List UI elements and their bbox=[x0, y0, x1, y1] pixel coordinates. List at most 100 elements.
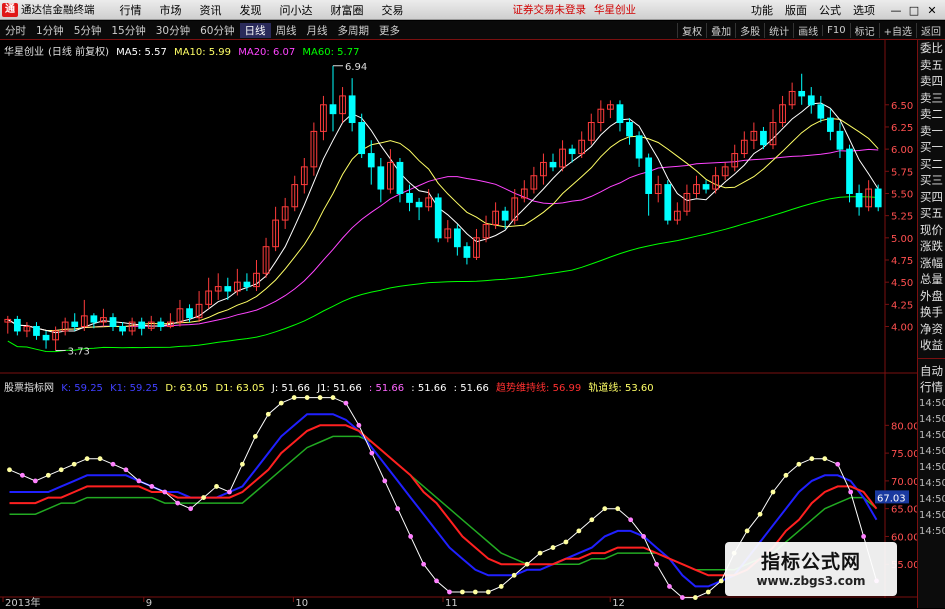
price-tick-label: 5.25 bbox=[891, 212, 913, 223]
menu-item-function[interactable]: 功能 bbox=[745, 2, 779, 18]
period-15min[interactable]: 15分钟 bbox=[106, 23, 150, 38]
app-title: 通达信金融终端 bbox=[21, 4, 95, 16]
j-dot bbox=[227, 489, 232, 495]
candle-body bbox=[157, 321, 165, 328]
quote-field-label: 换手 bbox=[920, 305, 943, 319]
menu-item-quotes[interactable]: 行情 bbox=[111, 2, 151, 18]
quote-field-label: 卖四 bbox=[920, 74, 943, 88]
maximize-icon[interactable]: □ bbox=[905, 4, 923, 17]
panel-divider bbox=[918, 357, 945, 359]
menu-item-assistant[interactable]: 问小达 bbox=[271, 2, 322, 18]
menu-bar: 通 通达信金融终端 行情 市场 资讯 发现 问小达 财富圈 交易 证券交易未登录… bbox=[0, 0, 945, 20]
back-button[interactable]: 返回 bbox=[916, 22, 945, 38]
tick-time: 14:50 bbox=[919, 429, 945, 441]
candle-body bbox=[138, 321, 146, 329]
j-dot bbox=[485, 589, 491, 595]
price-tick-label: 5.00 bbox=[891, 234, 913, 245]
add-watchlist-button[interactable]: +自选 bbox=[878, 22, 916, 38]
j-dot bbox=[511, 572, 517, 578]
candle-body bbox=[119, 326, 126, 332]
minimize-icon[interactable]: — bbox=[887, 4, 905, 17]
j-dot bbox=[537, 550, 543, 556]
quote-field-label: 净资 bbox=[920, 321, 943, 336]
j-dot bbox=[718, 578, 724, 584]
login-notice[interactable]: 证券交易未登录 bbox=[513, 2, 587, 17]
j-dot bbox=[408, 534, 414, 539]
overlay-button[interactable]: 叠加 bbox=[706, 22, 735, 38]
tick-time: 14:50 bbox=[919, 413, 945, 425]
quote-field-label: 涨跌 bbox=[920, 239, 943, 253]
quote-field-label: 买三 bbox=[920, 173, 943, 187]
period-5min[interactable]: 5分钟 bbox=[69, 23, 107, 38]
period-weekly[interactable]: 周线 bbox=[271, 23, 302, 38]
price-tick-label: 4.00 bbox=[891, 323, 913, 334]
mark-button[interactable]: 标记 bbox=[849, 22, 879, 38]
period-monthly[interactable]: 月线 bbox=[302, 23, 333, 38]
ma5-line bbox=[7, 102, 879, 334]
period-intraday[interactable]: 分时 bbox=[0, 23, 31, 38]
date-tick-label: 11 bbox=[445, 598, 458, 608]
chart-area[interactable]: 华星创业 (日线 前复权) MA5: 5.57 MA10: 5.99 MA20: … bbox=[0, 40, 917, 608]
menu-item-options[interactable]: 选项 bbox=[847, 2, 881, 18]
ind-tick-label: 65.00 bbox=[891, 505, 917, 516]
toolbar-right: 复权 叠加 多股 统计 画线 F10 标记 +自选 返回 bbox=[677, 21, 945, 39]
candle-body bbox=[760, 130, 767, 146]
candle-body bbox=[406, 192, 413, 203]
price-tick-label: 4.50 bbox=[891, 278, 913, 289]
j-dot bbox=[861, 534, 866, 539]
candles bbox=[4, 65, 882, 351]
candle-body bbox=[358, 122, 366, 155]
axes: 6.94 3.73 6.50 6.25 6.00 5.75 5.50 5.25 5.00 4.75… bbox=[2, 62, 917, 608]
period-30min[interactable]: 30分钟 bbox=[151, 23, 195, 38]
app-logo-icon: 通 bbox=[2, 2, 18, 17]
j-dot bbox=[848, 489, 854, 495]
j-dot bbox=[291, 395, 297, 400]
menu-item-news[interactable]: 资讯 bbox=[191, 2, 231, 18]
menu-item-layout[interactable]: 版面 bbox=[779, 2, 813, 18]
j-dot bbox=[304, 395, 310, 400]
j-dot bbox=[705, 589, 711, 595]
tick-time: 14:50 bbox=[919, 493, 945, 505]
candle-body bbox=[90, 315, 98, 323]
quote-field-label: 买五 bbox=[920, 206, 943, 220]
quote-field-label: 买四 bbox=[920, 189, 943, 204]
j-dot bbox=[45, 472, 51, 478]
quote-field-label: 涨幅 bbox=[920, 255, 943, 270]
price-tick-label: 6.00 bbox=[891, 145, 913, 156]
multi-stock-button[interactable]: 多股 bbox=[735, 22, 764, 38]
menu-item-discover[interactable]: 发现 bbox=[231, 2, 271, 18]
date-tick-label: 2013年 bbox=[5, 596, 40, 608]
draw-button[interactable]: 画线 bbox=[793, 22, 822, 38]
menu-item-market[interactable]: 市场 bbox=[151, 2, 191, 18]
j-dot bbox=[278, 400, 284, 406]
f10-button[interactable]: F10 bbox=[822, 24, 849, 36]
period-more[interactable]: 更多 bbox=[374, 23, 405, 38]
quote-field-label: 买一 bbox=[920, 140, 943, 154]
j-dot bbox=[447, 589, 452, 595]
period-daily[interactable]: 日线 bbox=[239, 22, 271, 38]
quote-field-label: 外盘 bbox=[920, 288, 943, 303]
j-dot bbox=[97, 456, 103, 462]
stats-button[interactable]: 统计 bbox=[764, 22, 793, 38]
period-1min[interactable]: 1分钟 bbox=[31, 23, 69, 38]
period-multi[interactable]: 多周期 bbox=[333, 23, 375, 38]
menu-item-formula[interactable]: 公式 bbox=[813, 2, 847, 18]
menu-item-wealth[interactable]: 财富圈 bbox=[322, 2, 373, 18]
j-dot bbox=[692, 595, 698, 600]
candle-body bbox=[329, 104, 337, 115]
candle-body bbox=[109, 317, 117, 328]
candle-body bbox=[616, 104, 624, 124]
adjust-button[interactable]: 复权 bbox=[677, 22, 706, 38]
close-icon[interactable]: ✕ bbox=[923, 4, 941, 17]
menu-item-trade[interactable]: 交易 bbox=[373, 2, 413, 18]
auto-quote-label: 行情 bbox=[920, 380, 943, 394]
candle-body bbox=[367, 153, 375, 168]
kline-chart[interactable]: 6.94 3.73 6.50 6.25 6.00 5.75 5.50 5.25 5.00 4.75… bbox=[0, 40, 917, 608]
candle-body bbox=[186, 308, 193, 319]
period-60min[interactable]: 60分钟 bbox=[195, 23, 239, 38]
ind-tick-label: 70.00 bbox=[891, 477, 917, 488]
candle-body bbox=[817, 104, 825, 119]
watermark-title: 指标公式网 bbox=[760, 551, 861, 573]
candle-body bbox=[13, 318, 21, 332]
j-dot bbox=[201, 495, 206, 500]
